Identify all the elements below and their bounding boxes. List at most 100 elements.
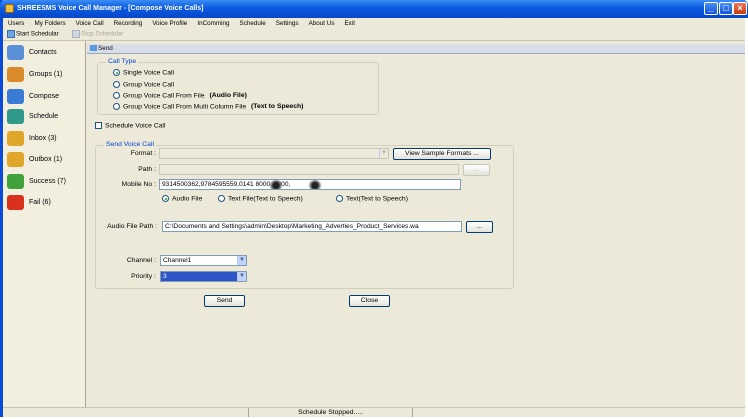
sidebar-item-contacts[interactable]: Contacts xyxy=(7,45,85,61)
groups-icon xyxy=(7,67,24,82)
stop-scheduler-button[interactable]: Stop Schedular xyxy=(72,30,123,38)
radio-icon xyxy=(336,195,343,202)
path-field[interactable] xyxy=(159,164,459,175)
send-button[interactable]: Send xyxy=(204,295,245,307)
schedule-voice-call-checkbox[interactable]: Schedule Voice Call xyxy=(95,122,165,129)
radio-icon xyxy=(113,92,120,99)
group-voice-call-file-label: Group Voice Call From File xyxy=(123,92,205,100)
sidebar-item-schedule[interactable]: Schedule xyxy=(7,109,85,125)
group-voice-call-multicolumn-radio[interactable]: Group Voice Call From Multi Column File … xyxy=(113,103,303,110)
redaction-smudge xyxy=(268,180,284,189)
text-tts-label: Text(Text to Speech) xyxy=(346,195,408,203)
sidebar-item-label: Compose xyxy=(29,93,59,100)
format-select[interactable]: ▼ xyxy=(159,148,389,159)
stop-scheduler-label: Stop Schedular xyxy=(81,30,124,38)
sidebar-item-label: Inbox (3) xyxy=(29,135,57,142)
mobile-no-input[interactable]: 9314500362,9784595559,0141 8000, 0000, xyxy=(159,179,461,190)
radio-selected-icon xyxy=(162,195,169,202)
single-voice-call-radio[interactable]: Single Voice Call xyxy=(113,69,174,76)
outbox-icon xyxy=(7,152,24,167)
app-window: SHREESMS Voice Call Manager - [Compose V… xyxy=(0,0,748,417)
start-scheduler-icon xyxy=(7,30,15,38)
sidebar-item-label: Outbox (1) xyxy=(29,156,63,163)
menu-exit[interactable]: Exit xyxy=(339,18,360,27)
close-button[interactable]: × xyxy=(733,2,747,15)
audio-file-radio[interactable]: Audio File xyxy=(162,195,202,202)
minimize-button[interactable]: _ xyxy=(704,2,718,15)
inbox-icon xyxy=(7,131,24,146)
schedule-voice-call-label: Schedule Voice Call xyxy=(105,122,166,130)
audio-file-note: (Audio File) xyxy=(209,92,247,100)
sidebar: Contacts Groups (1) Compose Schedule Inb… xyxy=(3,41,86,407)
menu-bar: Users My Folders Voice Call Recording Voice … xyxy=(3,18,745,29)
tab-send[interactable]: Send xyxy=(90,45,113,52)
menu-schedule[interactable]: Schedule xyxy=(235,18,271,27)
sidebar-item-inbox[interactable]: Inbox (3) xyxy=(7,131,85,147)
menu-recording[interactable]: Recording xyxy=(109,18,148,27)
menu-voice-profile[interactable]: Voice Profile xyxy=(147,18,192,27)
sidebar-item-fail[interactable]: Fail (6) xyxy=(7,195,85,211)
success-icon xyxy=(7,174,24,189)
sidebar-item-outbox[interactable]: Outbox (1) xyxy=(7,152,85,168)
mobile-no-label: Mobile No : xyxy=(121,181,156,188)
text-tts-radio[interactable]: Text(Text to Speech) xyxy=(336,195,408,202)
start-scheduler-label: Start Schedular xyxy=(16,30,59,38)
maximize-button[interactable]: □ xyxy=(719,2,733,15)
schedule-icon xyxy=(7,109,24,124)
chevron-down-icon: ▼ xyxy=(237,272,246,281)
channel-value: Channel1 xyxy=(163,257,192,264)
radio-icon xyxy=(113,81,120,88)
app-icon xyxy=(5,4,14,13)
channel-label: Channel : xyxy=(126,257,156,264)
text-file-tts-label: Text File(Text to Speech) xyxy=(228,195,303,203)
menu-incomming[interactable]: InComming xyxy=(192,18,234,27)
chevron-down-icon: ▼ xyxy=(379,149,388,158)
send-voice-call-title: Send Voice Call xyxy=(104,141,156,148)
radio-icon xyxy=(113,103,120,110)
close-form-button[interactable]: Close xyxy=(349,295,390,307)
radio-selected-icon xyxy=(113,69,120,76)
sidebar-item-label: Schedule xyxy=(29,113,59,120)
redaction-smudge xyxy=(307,180,323,189)
menu-users[interactable]: Users xyxy=(3,18,29,27)
start-scheduler-button[interactable]: Start Schedular xyxy=(7,30,59,38)
audio-browse-button[interactable]: ... xyxy=(466,221,493,233)
contacts-icon xyxy=(7,45,24,60)
group-voice-call-radio[interactable]: Group Voice Call xyxy=(113,81,174,88)
sidebar-item-compose[interactable]: Compose xyxy=(7,89,85,105)
audio-file-path-label: Audio File Path : xyxy=(107,223,157,230)
audio-file-path-input[interactable]: C:\Documents and Settings\admin\Desktop\… xyxy=(162,221,462,232)
chevron-down-icon: ▼ xyxy=(237,256,246,265)
view-sample-formats-button[interactable]: View Sample Formats ... xyxy=(393,148,491,160)
text-file-tts-radio[interactable]: Text File(Text to Speech) xyxy=(218,195,303,202)
priority-label: Priority : xyxy=(131,273,156,280)
path-browse-button[interactable]: ... xyxy=(463,164,490,176)
menu-settings[interactable]: Settings xyxy=(271,18,304,27)
tab-strip: Send xyxy=(87,44,745,54)
group-voice-call-label: Group Voice Call xyxy=(123,81,175,89)
sidebar-item-label: Success (7) xyxy=(29,178,66,185)
sidebar-item-label: Fail (6) xyxy=(29,199,51,206)
send-icon xyxy=(90,45,97,52)
sidebar-item-groups[interactable]: Groups (1) xyxy=(7,67,85,83)
sidebar-item-label: Contacts xyxy=(29,49,57,56)
radio-icon xyxy=(218,195,225,202)
sidebar-item-label: Groups (1) xyxy=(29,71,63,78)
channel-select[interactable]: Channel1 ▼ xyxy=(160,255,247,266)
sidebar-item-success[interactable]: Success (7) xyxy=(7,174,85,190)
compose-panel: Send Call Type Single Voice Call Group V… xyxy=(87,41,745,407)
menu-voice-call[interactable]: Voice Call xyxy=(71,18,109,27)
menu-about-us[interactable]: About Us xyxy=(304,18,340,27)
format-label: Format : xyxy=(130,150,156,157)
stop-scheduler-icon xyxy=(72,30,80,38)
call-type-title: Call Type xyxy=(106,58,139,65)
single-voice-call-label: Single Voice Call xyxy=(123,69,175,77)
text-to-speech-note: (Text to Speech) xyxy=(251,103,304,111)
priority-select[interactable]: 3 ▼ xyxy=(160,271,247,282)
menu-my-folders[interactable]: My Folders xyxy=(29,18,70,27)
status-text: Schedule Stopped..... xyxy=(248,408,413,417)
send-voice-call-group: Send Voice Call Format : ▼ View Sample F… xyxy=(95,141,514,289)
group-voice-call-file-radio[interactable]: Group Voice Call From File (Audio File) xyxy=(113,92,247,99)
tab-send-label: Send xyxy=(98,45,113,52)
group-voice-call-multicolumn-label: Group Voice Call From Multi Column File xyxy=(123,103,247,111)
